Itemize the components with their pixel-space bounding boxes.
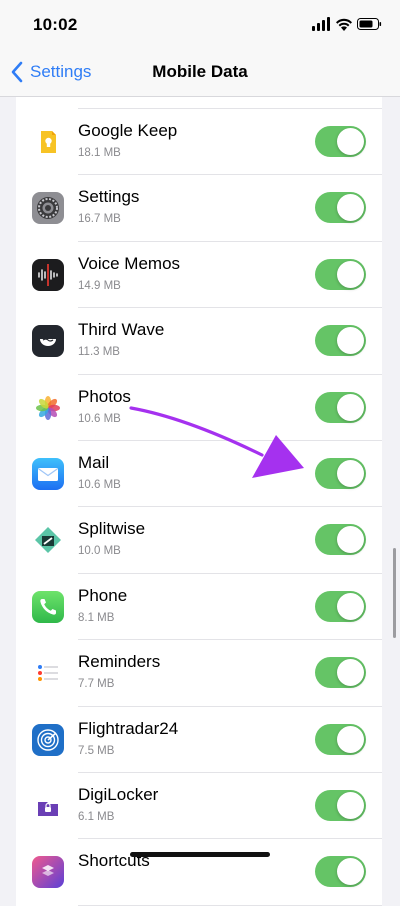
status-time: 10:02	[33, 15, 78, 34]
scrollbar[interactable]	[393, 548, 396, 638]
app-data-size: 16.7 MB	[78, 213, 121, 226]
status-icons	[312, 16, 382, 32]
app-data-size: 18.1 MB	[78, 147, 121, 159]
mobile-data-toggle[interactable]	[315, 657, 366, 689]
mobile-data-toggle[interactable]	[315, 590, 366, 622]
reminders-icon	[32, 657, 64, 690]
shortcuts-icon	[32, 856, 64, 889]
app-name: Flightradar24	[78, 718, 179, 738]
navigation-bar: Settings Mobile Data	[0, 50, 400, 97]
app-data-size: 14.9 MB	[78, 279, 121, 292]
toggle-knob	[337, 592, 364, 620]
toggle-knob	[337, 194, 364, 222]
toggle-knob	[337, 858, 364, 886]
toggle-knob	[337, 725, 364, 753]
mobile-data-toggle[interactable]	[315, 856, 366, 888]
mobile-data-toggle[interactable]	[315, 325, 366, 357]
third-wave-icon	[32, 325, 64, 358]
toggle-knob	[337, 260, 364, 288]
mobile-data-toggle[interactable]	[315, 126, 366, 157]
signal-wifi-battery-icons	[312, 17, 382, 31]
toggle-knob	[337, 526, 364, 554]
app-data-size: 10.6 MB	[78, 478, 121, 491]
list-item: Splitwise 10.0 MB	[16, 507, 382, 575]
cellular-signal-icon	[312, 17, 330, 31]
list-item: Mail 10.6 MB	[16, 441, 382, 508]
app-name: Reminders	[78, 652, 161, 672]
toggle-knob	[337, 791, 364, 819]
phone-icon	[32, 590, 64, 623]
list-item: Phone 8.1 MB	[16, 574, 382, 641]
digilocker-icon	[32, 789, 64, 822]
list-item: DigiLocker 6.1 MB	[16, 773, 382, 840]
mobile-data-toggle[interactable]	[315, 789, 366, 821]
toggle-knob	[337, 659, 364, 687]
app-data-size: 7.7 MB	[78, 678, 115, 691]
photos-icon	[32, 391, 64, 424]
google-keep-icon	[32, 126, 64, 158]
list-item: Reminders 7.7 MB	[16, 640, 382, 707]
home-indicator	[130, 852, 270, 857]
app-name: Phone	[78, 585, 128, 605]
page-title: Mobile Data	[152, 62, 248, 81]
app-data-size: 11.3 MB	[78, 346, 120, 359]
list-item: Google Keep 18.1 MB	[16, 109, 382, 176]
app-data-size: 8.1 MB	[78, 611, 115, 624]
list-item: Third Wave 11.3 MB	[16, 308, 382, 375]
toggle-knob	[337, 459, 364, 487]
battery-icon	[357, 18, 382, 30]
toggle-knob	[337, 393, 364, 421]
app-name: Third Wave	[78, 320, 165, 340]
list-item: Flightradar24 7.5 MB	[16, 707, 382, 774]
list-item: Photos 10.6 MB	[16, 375, 382, 442]
app-data-size: 6.1 MB	[78, 810, 115, 823]
splitwise-icon	[32, 524, 64, 557]
app-name: Mail	[78, 452, 110, 472]
app-data-size: 10.0 MB	[78, 545, 121, 558]
mobile-data-toggle[interactable]	[315, 723, 366, 755]
mail-icon	[32, 457, 64, 490]
wifi-icon	[336, 18, 352, 31]
app-name: Google Keep	[78, 121, 178, 140]
app-data-size: 10.6 MB	[78, 412, 121, 425]
mobile-data-toggle[interactable]	[315, 391, 366, 423]
flightradar24-icon	[32, 723, 64, 756]
settings-gear-icon	[32, 192, 64, 225]
app-name: Voice Memos	[78, 253, 181, 273]
list-item: Shortcuts	[16, 839, 382, 906]
list-item: Voice Memos 14.9 MB	[16, 242, 382, 309]
mobile-data-toggle[interactable]	[315, 524, 366, 556]
app-name: Splitwise	[78, 519, 146, 539]
voice-memos-icon	[32, 258, 64, 291]
mobile-data-toggle[interactable]	[315, 457, 366, 489]
toggle-knob	[337, 128, 364, 155]
app-name: DigiLocker	[78, 784, 159, 804]
mobile-data-toggle[interactable]	[315, 192, 366, 224]
list-item: Settings 16.7 MB	[16, 175, 382, 243]
app-name: Settings	[78, 187, 140, 207]
status-bar: 10:02	[0, 0, 400, 50]
app-name: Photos	[78, 386, 131, 406]
app-data-size: 7.5 MB	[78, 744, 115, 757]
mobile-data-toggle[interactable]	[315, 258, 366, 290]
app-list: Google Keep 18.1 MB Settings 16.7 MB Voi…	[16, 82, 382, 906]
toggle-knob	[337, 327, 364, 355]
